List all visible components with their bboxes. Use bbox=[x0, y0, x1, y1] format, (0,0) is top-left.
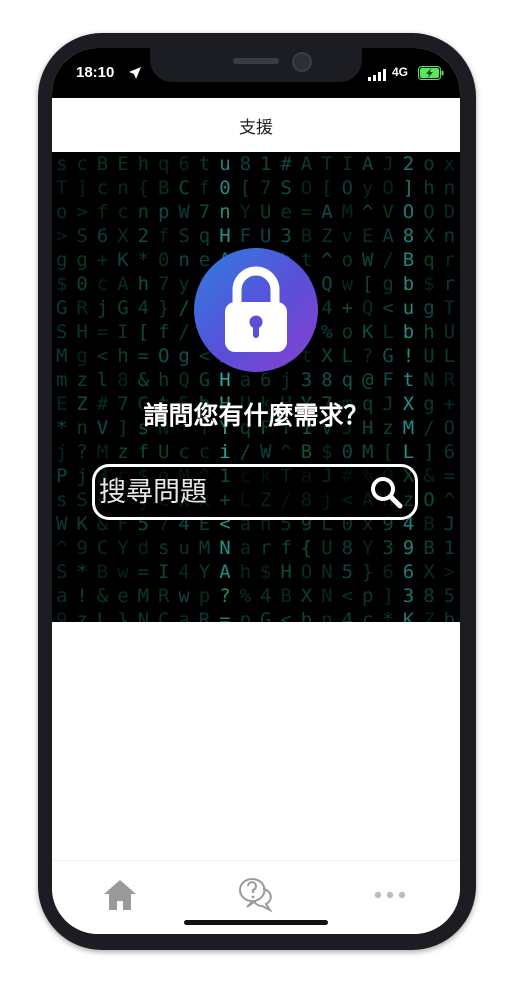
page-title: 支援 bbox=[239, 117, 273, 138]
search-icon[interactable] bbox=[369, 475, 405, 511]
speaker bbox=[233, 58, 279, 64]
home-icon[interactable] bbox=[100, 875, 140, 915]
battery-charging-icon bbox=[418, 66, 444, 80]
search-input[interactable] bbox=[99, 471, 369, 513]
navigation-bar: 支援 bbox=[52, 98, 460, 152]
support-hero-banner: sTo>g$GSMmE*jPsW^Sa9c]>Sg0RHgzZn?jSK9*!z… bbox=[52, 152, 460, 622]
hero-shade-overlay bbox=[52, 152, 460, 622]
app-screen: 18:10 4G 支援 sTo>g$GSMmE*jPsW^Sa9c]>Sg0RH… bbox=[52, 48, 460, 934]
status-time: 18:10 bbox=[76, 64, 115, 81]
status-bar: 18:10 4G bbox=[52, 48, 460, 98]
front-camera bbox=[292, 52, 312, 72]
location-arrow-icon bbox=[129, 67, 141, 79]
cellular-signal-icon bbox=[368, 69, 386, 81]
more-icon[interactable] bbox=[370, 875, 410, 915]
lock-badge bbox=[194, 248, 318, 372]
network-type: 4G bbox=[392, 65, 409, 79]
home-indicator bbox=[184, 920, 328, 925]
search-bar bbox=[92, 464, 418, 520]
notch bbox=[150, 48, 362, 82]
padlock-icon bbox=[225, 266, 287, 352]
content-area bbox=[52, 622, 460, 860]
support-question-heading: 請問您有什麼需求？ bbox=[143, 401, 369, 430]
support-chat-icon[interactable] bbox=[236, 875, 276, 915]
